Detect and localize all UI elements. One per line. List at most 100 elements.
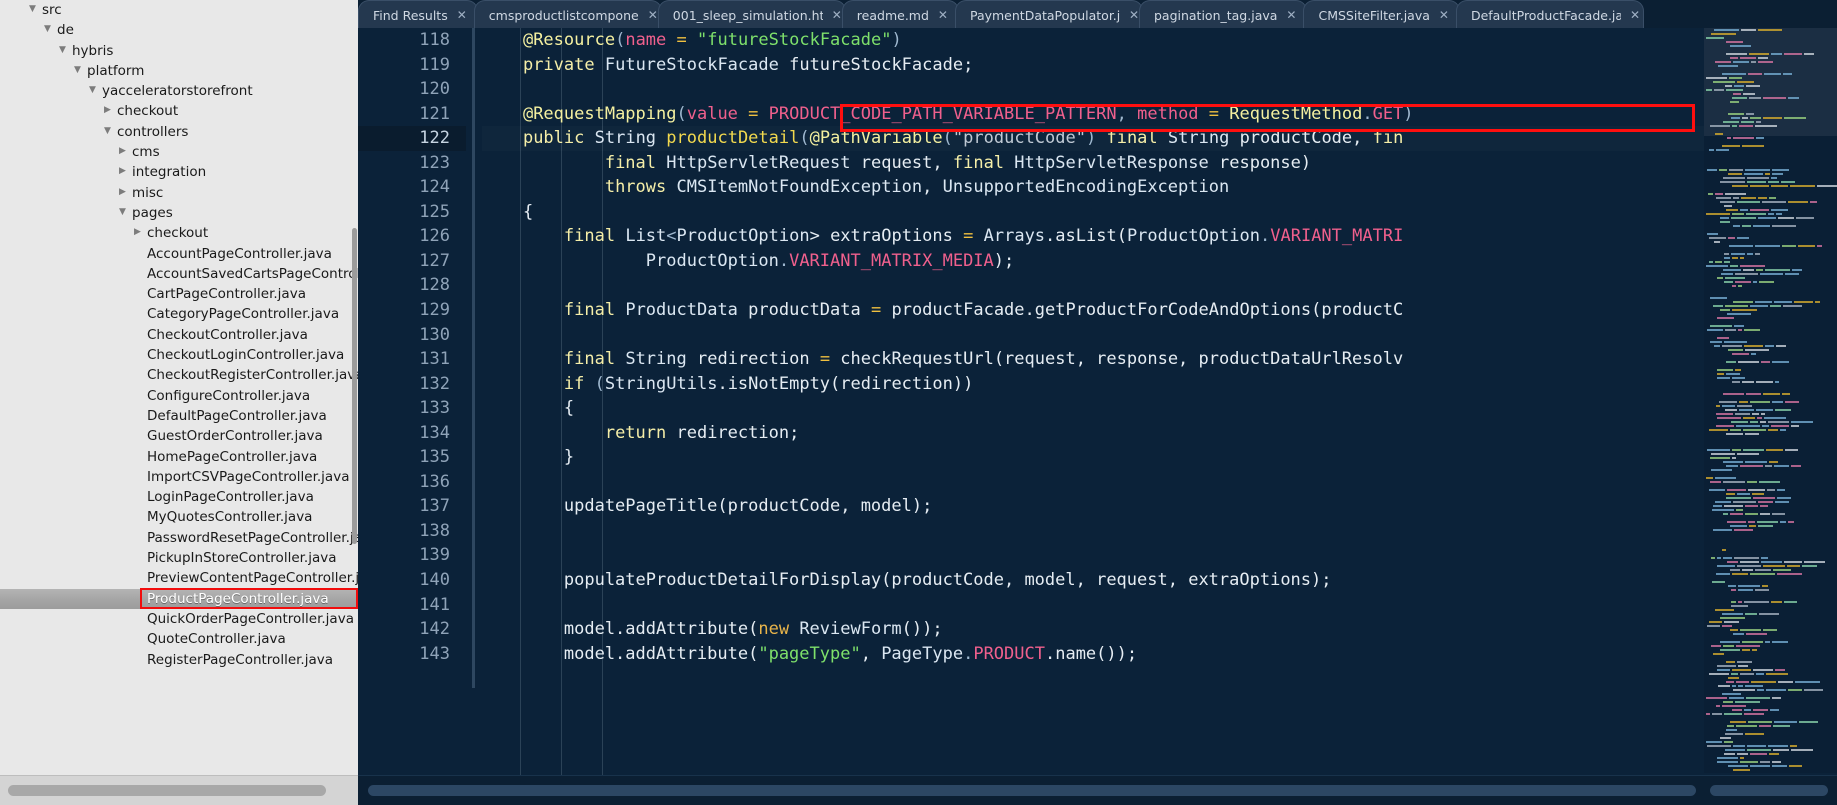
editor-tab[interactable]: PaymentDataPopulator.ja ✕	[954, 0, 1143, 28]
chevron-right-icon[interactable]: ▶	[119, 182, 132, 202]
tree-item[interactable]: ▼ platform	[0, 61, 358, 81]
tree-item[interactable]: QuoteController.java	[0, 629, 358, 649]
code-line[interactable]	[482, 323, 1704, 348]
code-line[interactable]: final ProductData productData = productF…	[482, 298, 1704, 323]
code-line[interactable]: {	[482, 396, 1704, 421]
tree-item[interactable]: DefaultPageController.java	[0, 406, 358, 426]
tree-item[interactable]: ▼ yacceleratorstorefront	[0, 81, 358, 101]
tree-item[interactable]: MyQuotesController.java	[0, 507, 358, 527]
code-line[interactable]	[482, 543, 1704, 568]
close-icon[interactable]: ✕	[832, 1, 842, 28]
editor-tab-bar[interactable]: Find Results ✕ cmsproductlistcomponen✕ 001_…	[358, 0, 1837, 28]
code-line[interactable]: updatePageTitle(productCode, model);	[482, 494, 1704, 519]
chevron-down-icon[interactable]: ▼	[29, 0, 42, 19]
tree-item[interactable]: ImportCSVPageController.java	[0, 467, 358, 487]
tree-item[interactable]: ▶ integration	[0, 162, 358, 182]
code-line[interactable]: final List<ProductOption> extraOptions =…	[482, 224, 1704, 249]
code-line[interactable]: ProductOption.VARIANT_MATRIX_MEDIA);	[482, 249, 1704, 274]
chevron-down-icon[interactable]: ▼	[59, 40, 72, 60]
chevron-right-icon[interactable]: ▶	[134, 222, 147, 242]
chevron-right-icon[interactable]: ▶	[104, 100, 117, 120]
code-line[interactable]: final HttpServletRequest request, final …	[482, 151, 1704, 176]
close-icon[interactable]: ✕	[1630, 1, 1640, 28]
code-content[interactable]: @Resource(name = "futureStockFacade") pr…	[482, 28, 1704, 805]
tree-item[interactable]: QuickOrderPageController.java	[0, 609, 358, 629]
editor-tab[interactable]: readme.md ✕	[841, 0, 959, 28]
code-line[interactable]: return redirection;	[482, 421, 1704, 446]
code-line[interactable]: throws CMSItemNotFoundException, Unsuppo…	[482, 175, 1704, 200]
tree-item[interactable]: ConfigureController.java	[0, 386, 358, 406]
code-line[interactable]: private FutureStockFacade futureStockFac…	[482, 53, 1704, 78]
editor-tab[interactable]: 001_sleep_simulation.htm ✕	[657, 0, 846, 28]
fold-region-bar[interactable]	[472, 28, 475, 688]
tree-item[interactable]: CategoryPageController.java	[0, 304, 358, 324]
close-icon[interactable]: ✕	[457, 1, 467, 28]
code-line[interactable]	[482, 519, 1704, 544]
tree-item[interactable]: CheckoutLoginController.java	[0, 345, 358, 365]
chevron-down-icon[interactable]: ▼	[44, 19, 57, 39]
editor-tab[interactable]: Find Results ✕	[358, 0, 478, 28]
code-folding-strip[interactable]	[466, 28, 482, 805]
close-icon[interactable]: ✕	[1439, 1, 1449, 28]
explorer-horizontal-scrollbar[interactable]	[0, 775, 358, 805]
tree-item[interactable]: ▼ de	[0, 20, 358, 40]
code-line[interactable]: final String redirection = checkRequestU…	[482, 347, 1704, 372]
tree-item[interactable]: HomePageController.java	[0, 447, 358, 467]
tree-item[interactable]: CheckoutController.java	[0, 325, 358, 345]
code-line[interactable]: @RequestMapping(value = PRODUCT_CODE_PAT…	[482, 102, 1704, 127]
code-line[interactable]: populateProductDetailForDisplay(productC…	[482, 568, 1704, 593]
chevron-down-icon[interactable]: ▼	[119, 202, 132, 222]
tree-item[interactable]: PickupInStoreController.java	[0, 548, 358, 568]
tree-item[interactable]: PreviewContentPageController.java	[0, 568, 358, 588]
editor-tab[interactable]: CMSSiteFilter.java ✕	[1303, 0, 1460, 28]
tree-item[interactable]: ▶ checkout	[0, 101, 358, 121]
editor-tab[interactable]: pagination_tag.java ✕	[1138, 0, 1308, 28]
tree-item[interactable]: GuestOrderController.java	[0, 426, 358, 446]
chevron-right-icon[interactable]: ▶	[119, 141, 132, 161]
minimap-horizontal-scroll-thumb[interactable]	[1710, 785, 1828, 796]
code-line[interactable]	[482, 77, 1704, 102]
code-minimap[interactable]	[1704, 28, 1837, 773]
close-icon[interactable]: ✕	[1286, 1, 1296, 28]
tree-item-selected[interactable]: ProductPageController.java	[0, 588, 358, 609]
tree-item[interactable]: ▼ pages	[0, 203, 358, 223]
code-line[interactable]	[482, 470, 1704, 495]
tree-item[interactable]: ▼ src	[0, 0, 358, 20]
close-icon[interactable]: ✕	[648, 1, 658, 28]
file-tree[interactable]: ▼ src ▼ de ▼ hybris ▼ platform ▼ yacceleratorstor…	[0, 0, 358, 775]
tree-item[interactable]: ▶ checkout	[0, 223, 358, 243]
tree-item[interactable]: ▶ misc	[0, 183, 358, 203]
explorer-horizontal-scroll-thumb[interactable]	[8, 785, 326, 796]
editor-horizontal-scroll-thumb[interactable]	[368, 785, 1696, 796]
explorer-vertical-scroll-thumb[interactable]	[352, 228, 357, 544]
tree-item[interactable]: AccountSavedCartsPageController.java	[0, 264, 358, 284]
code-line[interactable]: if (StringUtils.isNotEmpty(redirection))	[482, 372, 1704, 397]
code-line[interactable]: @Resource(name = "futureStockFacade")	[482, 28, 1704, 53]
chevron-down-icon[interactable]: ▼	[104, 121, 117, 141]
code-line[interactable]	[482, 593, 1704, 618]
chevron-down-icon[interactable]: ▼	[89, 80, 102, 100]
editor-tab[interactable]: DefaultProductFacade.ja ✕	[1455, 0, 1644, 28]
chevron-down-icon[interactable]: ▼	[74, 60, 87, 80]
tree-item[interactable]: LoginPageController.java	[0, 487, 358, 507]
code-line[interactable]: {	[482, 200, 1704, 225]
tree-item[interactable]: ▼ controllers	[0, 122, 358, 142]
code-line[interactable]: }	[482, 445, 1704, 470]
code-line[interactable]: model.addAttribute(new ReviewForm());	[482, 617, 1704, 642]
close-icon[interactable]: ✕	[1129, 1, 1139, 28]
editor-horizontal-scrollbar[interactable]	[358, 775, 1837, 805]
tree-item[interactable]: PasswordResetPageController.java	[0, 528, 358, 548]
tree-item[interactable]: RegisterPageController.java	[0, 650, 358, 670]
tree-item[interactable]: AccountPageController.java	[0, 244, 358, 264]
tree-item[interactable]: CartPageController.java	[0, 284, 358, 304]
code-line[interactable]	[482, 273, 1704, 298]
chevron-right-icon[interactable]: ▶	[119, 161, 132, 181]
tree-item[interactable]: ▶ cms	[0, 142, 358, 162]
tree-item[interactable]: ▼ hybris	[0, 41, 358, 61]
close-icon[interactable]: ✕	[938, 1, 948, 28]
code-line[interactable]: public String productDetail(@PathVariabl…	[482, 126, 1704, 151]
code-line[interactable]: model.addAttribute("pageType", PageType.…	[482, 642, 1704, 667]
tree-item[interactable]: CheckoutRegisterController.java	[0, 365, 358, 385]
editor-tab[interactable]: cmsproductlistcomponen ✕	[473, 0, 662, 28]
